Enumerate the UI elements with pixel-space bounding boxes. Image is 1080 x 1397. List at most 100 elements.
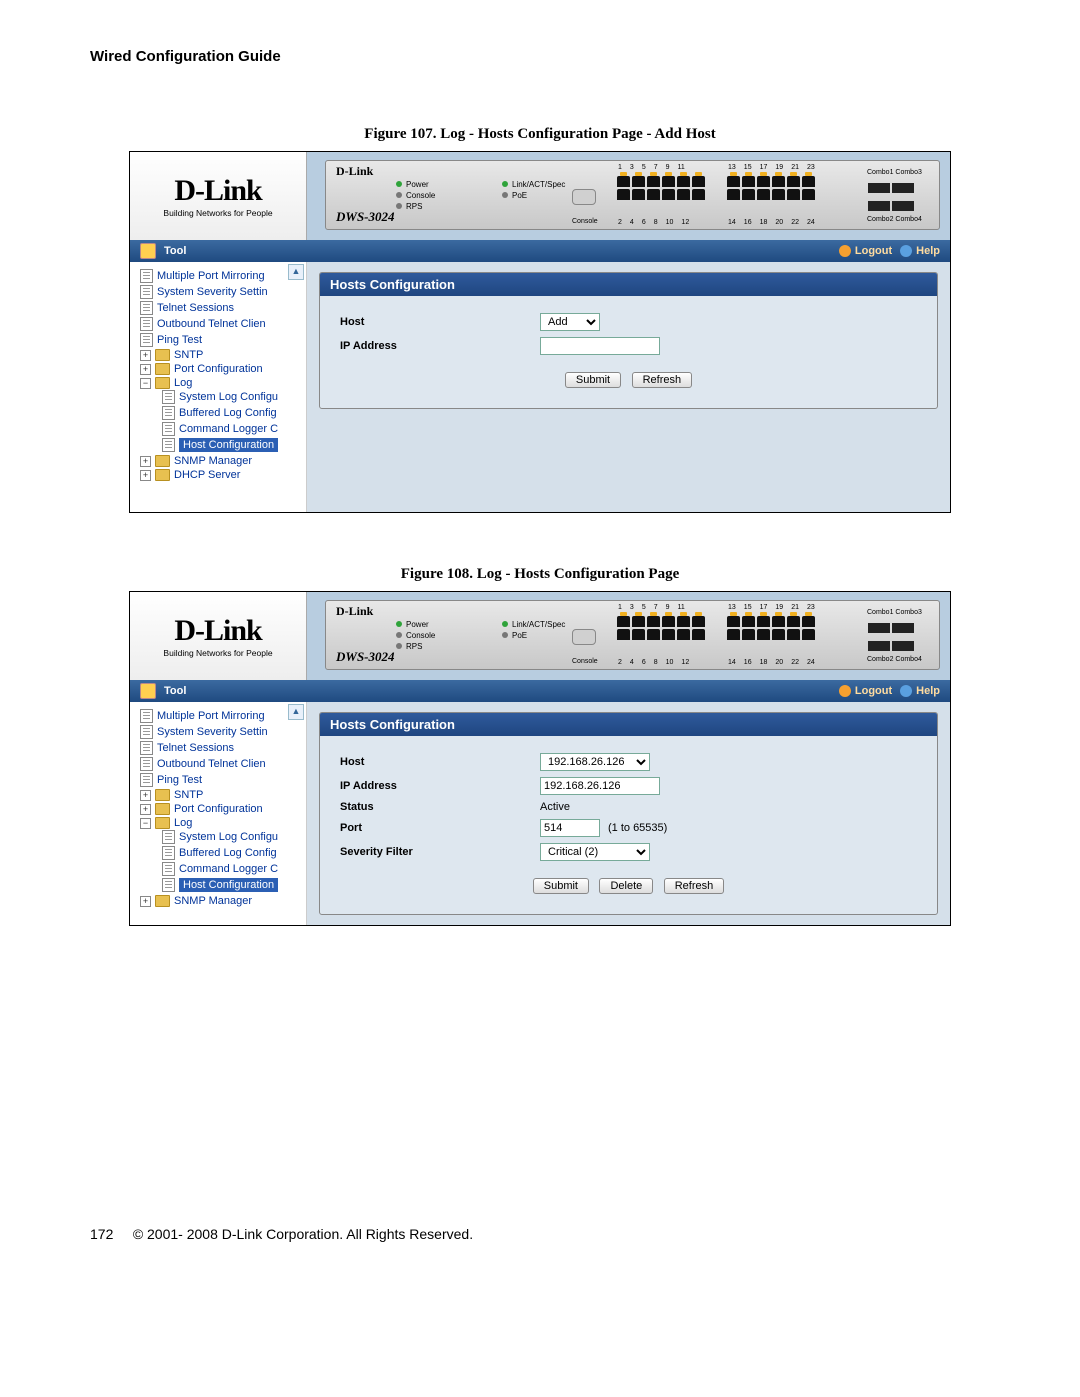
port-input[interactable] bbox=[540, 819, 600, 837]
severity-select[interactable]: Critical (2) bbox=[540, 843, 650, 861]
ip-label: IP Address bbox=[340, 340, 540, 352]
nav-tree[interactable]: ▲ Multiple Port Mirroring System Severit… bbox=[130, 262, 307, 512]
page-number: 172 bbox=[90, 1226, 113, 1242]
tree-item-selected[interactable]: Host Configuration bbox=[162, 437, 307, 453]
led-rps: RPS bbox=[396, 201, 435, 212]
status-value: Active bbox=[540, 801, 570, 813]
tree-item[interactable]: Ping Test bbox=[140, 332, 306, 348]
document-header: Wired Configuration Guide bbox=[90, 48, 990, 65]
led-rps: RPS bbox=[396, 641, 435, 652]
tree-item[interactable]: System Log Configu bbox=[162, 389, 307, 405]
tool-icon[interactable] bbox=[140, 683, 156, 699]
tree-item[interactable]: +SNTP bbox=[140, 348, 306, 362]
toolbar: Tool Logout Help bbox=[130, 240, 950, 262]
port-range: (1 to 65535) bbox=[608, 822, 667, 834]
device-brand: D-Link bbox=[336, 164, 373, 179]
ip-input[interactable] bbox=[540, 337, 660, 355]
combo-ports: Combo1 Combo3 Combo2 Combo4 bbox=[867, 621, 923, 651]
console-port-icon bbox=[572, 629, 596, 645]
tree-item-selected[interactable]: Host Configuration bbox=[162, 877, 307, 893]
tree-item[interactable]: +Port Configuration bbox=[140, 802, 306, 816]
logo-brand: D-Link bbox=[174, 174, 261, 208]
hosts-config-panel: Hosts Configuration Host 192.168.26.126 … bbox=[319, 712, 938, 915]
ports-1-12 bbox=[616, 615, 716, 641]
tree-item[interactable]: Multiple Port Mirroring bbox=[140, 268, 306, 284]
refresh-button[interactable] bbox=[632, 372, 693, 388]
submit-button[interactable] bbox=[533, 878, 589, 894]
tree-item[interactable]: Buffered Log Config bbox=[162, 405, 307, 421]
figure-108-text: Log - Hosts Configuration Page bbox=[477, 566, 680, 582]
tree-item[interactable]: Telnet Sessions bbox=[140, 300, 306, 316]
port-label: Port bbox=[340, 822, 540, 834]
nav-tree[interactable]: ▲ Multiple Port Mirroring System Severit… bbox=[130, 702, 307, 925]
host-label: Host bbox=[340, 316, 540, 328]
device-model: DWS-3024 bbox=[336, 209, 395, 225]
copyright: © 2001- 2008 D-Link Corporation. All Rig… bbox=[133, 1226, 473, 1242]
tree-item[interactable]: Command Logger C bbox=[162, 421, 307, 437]
tree-item[interactable]: System Log Configu bbox=[162, 829, 307, 845]
ip-label: IP Address bbox=[340, 780, 540, 792]
figure-107-caption: Figure 107. Log - Hosts Configuration Pa… bbox=[90, 125, 990, 143]
page-footer: 172 © 2001- 2008 D-Link Corporation. All… bbox=[90, 1226, 990, 1242]
ip-input[interactable] bbox=[540, 777, 660, 795]
console-label: Console bbox=[572, 218, 598, 225]
tool-label[interactable]: Tool bbox=[164, 245, 186, 257]
led-link: Link/ACT/Spec bbox=[502, 179, 565, 190]
tree-item[interactable]: Outbound Telnet Clien bbox=[140, 316, 306, 332]
submit-button[interactable] bbox=[565, 372, 621, 388]
tree-item-log[interactable]: −Log System Log Configu Buffered Log Con… bbox=[140, 816, 306, 894]
tool-label[interactable]: Tool bbox=[164, 685, 186, 697]
figure-107-text: Log - Hosts Configuration Page - Add Hos… bbox=[440, 126, 715, 142]
ports-13-24 bbox=[726, 615, 826, 641]
tree-item[interactable]: Ping Test bbox=[140, 772, 306, 788]
device-panel: D-Link DWS-3024 Power Console RPS Link/A… bbox=[307, 152, 950, 240]
help-icon bbox=[900, 685, 912, 697]
led-poe: PoE bbox=[502, 190, 565, 201]
tree-item[interactable]: +SNMP Manager bbox=[140, 894, 306, 908]
refresh-button[interactable] bbox=[664, 878, 725, 894]
tree-item[interactable]: +SNMP Manager bbox=[140, 454, 306, 468]
led-power: Power bbox=[396, 619, 435, 630]
figure-108-prefix: Figure 108. bbox=[401, 566, 477, 582]
host-select[interactable]: Add bbox=[540, 313, 600, 331]
tree-item[interactable]: Buffered Log Config bbox=[162, 845, 307, 861]
scroll-up-icon[interactable]: ▲ bbox=[288, 704, 304, 720]
tree-item[interactable]: Multiple Port Mirroring bbox=[140, 708, 306, 724]
tree-item[interactable]: System Severity Settin bbox=[140, 284, 306, 300]
tool-icon[interactable] bbox=[140, 243, 156, 259]
help-icon bbox=[900, 245, 912, 257]
screenshot-107: D-Link Building Networks for People D-Li… bbox=[129, 151, 951, 513]
led-power: Power bbox=[396, 179, 435, 190]
tree-item[interactable]: System Severity Settin bbox=[140, 724, 306, 740]
severity-label: Severity Filter bbox=[340, 846, 540, 858]
tree-item[interactable]: +Port Configuration bbox=[140, 362, 306, 376]
scroll-up-icon[interactable]: ▲ bbox=[288, 264, 304, 280]
hosts-config-panel: Hosts Configuration Host Add IP Address bbox=[319, 272, 938, 409]
tree-item[interactable]: Telnet Sessions bbox=[140, 740, 306, 756]
delete-button[interactable] bbox=[599, 878, 653, 894]
ports-1-12 bbox=[616, 175, 716, 201]
device-brand: D-Link bbox=[336, 604, 373, 619]
logout-link[interactable]: Logout bbox=[839, 685, 892, 697]
led-console: Console bbox=[396, 190, 435, 201]
logout-link[interactable]: Logout bbox=[839, 245, 892, 257]
panel-title: Hosts Configuration bbox=[320, 273, 937, 296]
logo-area: D-Link Building Networks for People bbox=[130, 592, 307, 680]
logo-tagline: Building Networks for People bbox=[163, 208, 272, 218]
status-label: Status bbox=[340, 801, 540, 813]
console-port-icon bbox=[572, 189, 596, 205]
tree-item-log[interactable]: −Log System Log Configu Buffered Log Con… bbox=[140, 376, 306, 454]
ports-13-24 bbox=[726, 175, 826, 201]
panel-title: Hosts Configuration bbox=[320, 713, 937, 736]
tree-item[interactable]: +DHCP Server bbox=[140, 468, 306, 482]
host-select[interactable]: 192.168.26.126 bbox=[540, 753, 650, 771]
logout-icon bbox=[839, 245, 851, 257]
help-link[interactable]: Help bbox=[900, 685, 940, 697]
logout-icon bbox=[839, 685, 851, 697]
help-link[interactable]: Help bbox=[900, 245, 940, 257]
tree-item[interactable]: Outbound Telnet Clien bbox=[140, 756, 306, 772]
figure-107-prefix: Figure 107. bbox=[364, 126, 440, 142]
tree-item[interactable]: Command Logger C bbox=[162, 861, 307, 877]
logo-area: D-Link Building Networks for People bbox=[130, 152, 307, 240]
tree-item[interactable]: +SNTP bbox=[140, 788, 306, 802]
